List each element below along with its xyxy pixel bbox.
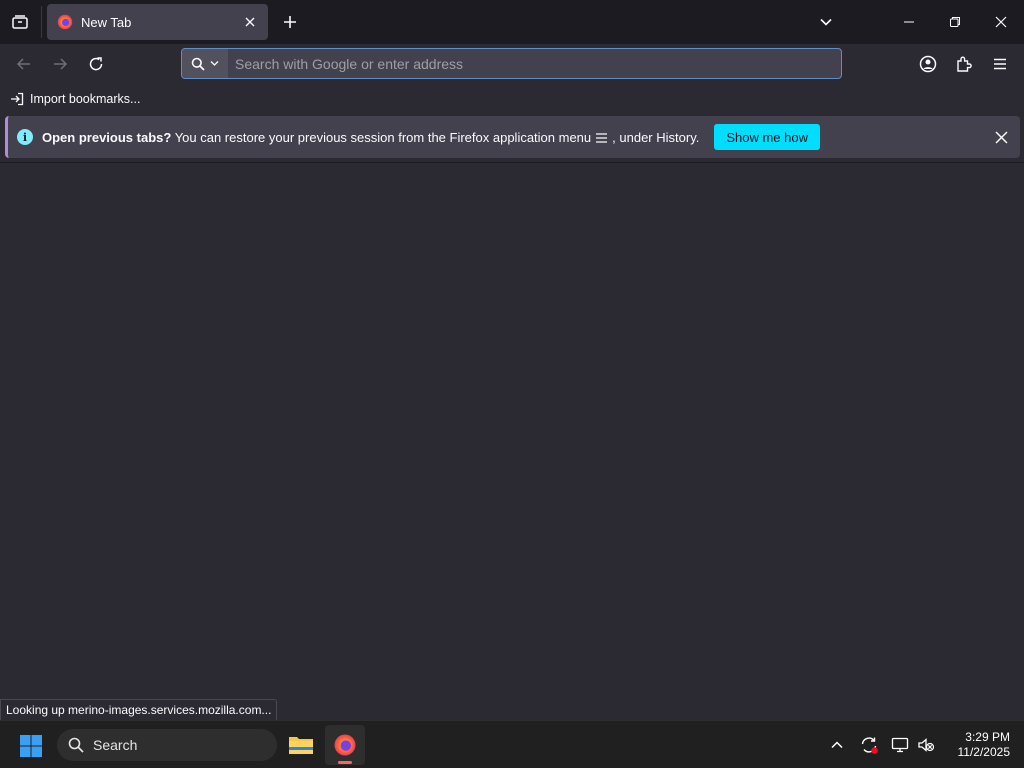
notification-text-after: , under History.: [612, 129, 700, 145]
extensions-button[interactable]: [950, 50, 978, 78]
close-tab-button[interactable]: [242, 14, 258, 30]
tab-strip: New Tab: [0, 0, 1024, 44]
address-bar[interactable]: [181, 48, 842, 79]
chevron-down-icon: [210, 61, 219, 66]
clock-date: 11/2/2025: [957, 745, 1011, 759]
taskbar-search-label: Search: [93, 737, 138, 753]
plus-icon: [284, 16, 296, 28]
account-button[interactable]: [914, 50, 942, 78]
hamburger-menu-icon: [596, 133, 608, 143]
back-icon: [16, 58, 30, 70]
search-icon: [191, 57, 205, 71]
close-notification-button[interactable]: [992, 128, 1010, 146]
back-button[interactable]: [10, 50, 38, 78]
firefox-icon: [334, 734, 356, 756]
tab-separator: [41, 6, 42, 38]
show-me-how-button[interactable]: Show me how: [714, 124, 820, 150]
import-bookmarks-label: Import bookmarks...: [30, 92, 141, 106]
volume-muted-icon: [918, 738, 935, 752]
reload-button[interactable]: [82, 50, 110, 78]
close-window-button[interactable]: [978, 0, 1024, 44]
search-icon: [68, 737, 84, 753]
forward-button[interactable]: [46, 50, 74, 78]
network-button[interactable]: [888, 733, 912, 757]
notification-title: Open previous tabs?: [42, 129, 172, 145]
restore-button[interactable]: [932, 0, 978, 44]
minimize-button[interactable]: [886, 0, 932, 44]
firefox-icon: [57, 14, 73, 30]
taskbar: Search 3:29 PM 11/2/2025: [0, 720, 1024, 768]
search-engine-button[interactable]: [182, 49, 228, 78]
import-bookmarks-button[interactable]: Import bookmarks...: [10, 88, 140, 110]
close-icon: [245, 17, 255, 27]
network-icon: [891, 737, 909, 753]
sync-status-button[interactable]: [857, 733, 881, 757]
clock[interactable]: 3:29 PM 11/2/2025: [944, 730, 1011, 760]
url-input[interactable]: [228, 49, 841, 78]
tab-new-tab[interactable]: New Tab: [47, 4, 268, 40]
clock-time: 3:29 PM: [965, 730, 1010, 744]
running-indicator: [338, 761, 352, 764]
windows-start-icon: [20, 735, 42, 757]
status-panel: Looking up merino-images.services.mozill…: [0, 699, 278, 721]
file-explorer-button[interactable]: [281, 725, 321, 765]
close-icon: [994, 130, 1008, 144]
taskbar-search[interactable]: Search: [57, 729, 277, 761]
chevron-up-icon: [831, 741, 843, 749]
tab-list-button[interactable]: [0, 0, 40, 44]
forward-icon: [54, 58, 68, 70]
list-all-tabs-button[interactable]: [812, 8, 840, 36]
extensions-icon: [957, 56, 972, 72]
new-tab-button[interactable]: [276, 8, 304, 36]
close-icon: [995, 16, 1007, 28]
start-button[interactable]: [19, 734, 43, 758]
show-hidden-icons-button[interactable]: [825, 733, 849, 757]
notification-message: Open previous tabs? You can restore your…: [42, 130, 699, 145]
volume-button[interactable]: [914, 733, 938, 757]
info-icon: i: [17, 129, 33, 145]
minimize-icon: [904, 21, 914, 23]
tab-title: New Tab: [81, 14, 132, 30]
reload-icon: [89, 57, 103, 71]
file-explorer-icon: [289, 737, 313, 754]
chevron-down-icon: [820, 18, 832, 26]
application-menu-button[interactable]: [986, 50, 1014, 78]
restore-session-notification: i Open previous tabs? You can restore yo…: [5, 116, 1020, 158]
account-icon: [919, 55, 937, 73]
import-icon: [11, 92, 24, 106]
page-content: [0, 163, 1024, 699]
restore-icon: [950, 17, 960, 27]
bookmarks-toolbar: Import bookmarks...: [0, 84, 1024, 112]
hamburger-menu-icon: [994, 58, 1006, 70]
tab-list-icon: [12, 15, 28, 29]
firefox-taskbar-button[interactable]: [325, 725, 365, 765]
notification-text-before: You can restore your previous session fr…: [171, 129, 592, 145]
sync-icon: [861, 737, 878, 754]
